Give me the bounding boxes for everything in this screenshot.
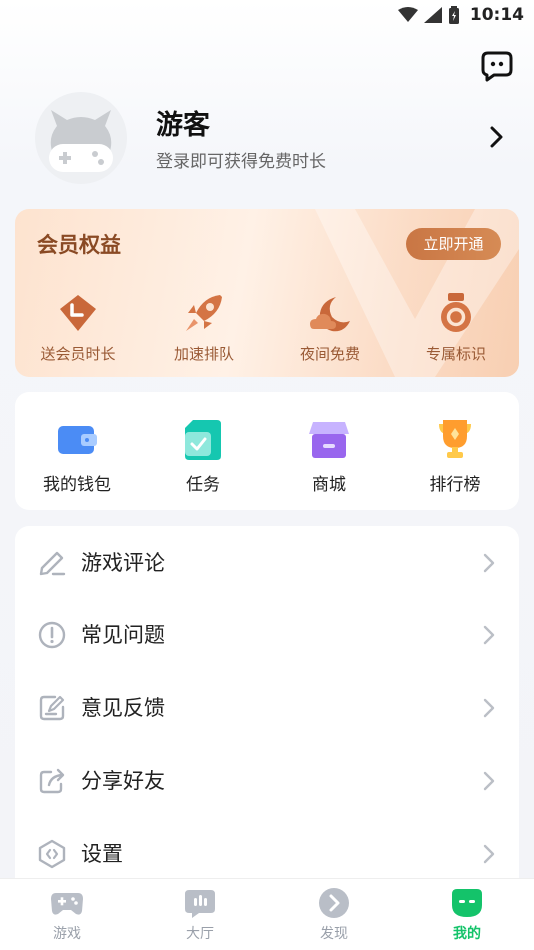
nav-tab-games[interactable]: 游戏 [27,887,107,943]
quick-item-label: 排行榜 [429,475,481,495]
quick-item-label: 商城 [312,475,346,495]
quick-item-wallet[interactable]: 我的钱包 [22,418,132,495]
menu-item-label: 意见反馈 [81,696,165,720]
guest-avatar-icon [49,110,113,172]
member-item-queue-boost[interactable]: 加速排队 [149,291,259,364]
battery-icon [448,6,459,24]
status-time: 10:14 [469,5,524,25]
menu-item-feedback[interactable]: 意见反馈 [15,671,519,743]
chevron-right-icon [483,553,495,573]
pencil-icon [39,551,66,576]
avatar[interactable] [35,92,127,184]
nav-tab-discover[interactable]: 发现 [294,887,374,943]
message-icon[interactable] [480,50,514,82]
menu-item-label: 游戏评论 [81,551,165,575]
nav-tab-label: 我的 [453,926,481,942]
nav-tab-hall[interactable]: 大厅 [160,887,240,943]
bottom-navigation: 游戏 大厅 发现 我的 [0,878,534,950]
menu-item-label: 分享好友 [81,769,165,793]
nav-tab-label: 发现 [320,926,348,942]
member-item-label: 专属标识 [425,345,486,363]
medal-icon [441,293,471,332]
feedback-edit-icon [39,695,65,721]
chevron-right-icon[interactable] [488,124,506,150]
mine-face-icon [452,889,482,917]
store-icon [309,422,349,458]
member-item-exclusive-badge[interactable]: 专属标识 [401,291,511,364]
chevron-right-icon [483,844,495,864]
rocket-icon [186,295,222,331]
quick-item-store[interactable]: 商城 [274,418,384,495]
nav-tab-mine[interactable]: 我的 [427,887,507,943]
menu-item-label: 设置 [81,842,123,866]
member-item-label: 加速排队 [173,345,234,363]
quick-item-label: 任务 [186,475,220,495]
chevron-right-icon [483,771,495,791]
profile-login-hint[interactable]: 登录即可获得免费时长 [156,147,326,172]
task-icon [185,420,221,460]
member-title: 会员权益 [37,233,121,257]
quick-actions-card: 我的钱包 任务 商城 排行榜 [15,392,519,510]
clock-tag-icon [60,295,96,331]
chevron-right-icon [483,625,495,645]
member-item-night-free[interactable]: 夜间免费 [275,291,385,364]
gamepad-icon [51,893,83,915]
menu-list-card: 游戏评论 常见问题 意见反馈 分享好友 设置 [15,526,519,886]
open-membership-button[interactable]: 立即开通 [406,228,501,260]
menu-item-faq[interactable]: 常见问题 [15,598,519,670]
exclamation-circle-icon [38,621,66,649]
member-benefits-card: 会员权益 立即开通 送会员时长 加速排队 夜间免费 专属标识 [15,209,519,377]
member-item-label: 送会员时长 [40,345,116,363]
wifi-icon [397,7,418,22]
share-icon [39,768,65,794]
nav-tab-label: 大厅 [186,926,214,942]
menu-item-game-reviews[interactable]: 游戏评论 [15,526,519,598]
quick-item-leaderboard[interactable]: 排行榜 [400,418,510,495]
quick-item-label: 我的钱包 [43,475,111,495]
menu-item-label: 常见问题 [81,623,165,647]
nav-tab-label: 游戏 [53,926,81,942]
member-item-label: 夜间免费 [299,345,360,363]
profile-name[interactable]: 游客 [156,103,210,142]
quick-item-tasks[interactable]: 任务 [148,418,258,495]
discover-icon [319,888,349,918]
moon-cloud-icon [310,297,350,332]
status-bar: 10:14 [0,0,534,30]
member-item-bonus-time[interactable]: 送会员时长 [23,291,133,364]
settings-hexagon-icon [38,839,66,869]
hall-icon [185,890,215,918]
menu-item-share[interactable]: 分享好友 [15,744,519,816]
trophy-icon [439,420,471,458]
cellular-signal-icon [423,7,442,23]
wallet-icon [58,426,97,454]
chevron-right-icon [483,698,495,718]
